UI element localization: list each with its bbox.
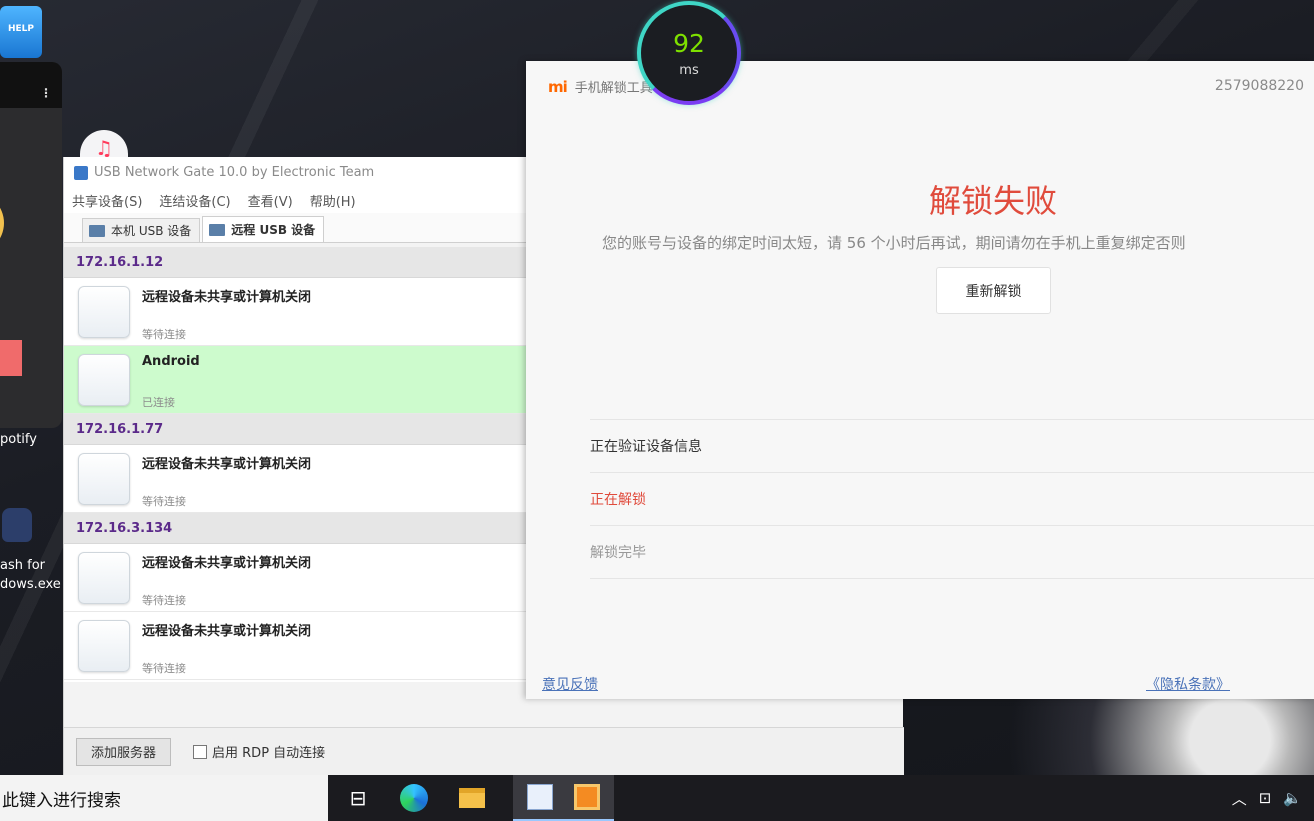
device-status: 等待连接 [142, 328, 186, 341]
tab-remote-label: 远程 USB 设备 [231, 223, 316, 237]
taskbar-search-input[interactable]: 此键入进行搜索 [0, 775, 328, 821]
device-row[interactable]: 远程设备未共享或计算机关闭 等待连接 [64, 612, 527, 680]
system-tray: ︿ ⊡ 🔈 [1232, 775, 1314, 821]
mi-titlebar: mi 手机解锁工具 [548, 77, 653, 97]
step-verify-device: 正在验证设备信息 [590, 420, 1314, 473]
device-status: 等待连接 [142, 495, 186, 508]
step-unlock-complete: 解锁完毕 [590, 526, 1314, 579]
device-name: 远程设备未共享或计算机关闭 [142, 624, 312, 639]
unlock-failed-message: 您的账号与设备的绑定时间太短，请 56 个小时后再试，期间请勿在手机上重复绑定否… [602, 234, 1186, 252]
volume-icon[interactable]: 🔈 [1283, 789, 1302, 807]
mi-unlock-taskbar-icon[interactable] [560, 775, 614, 821]
device-row[interactable]: 远程设备未共享或计算机关闭 等待连接 [64, 445, 527, 513]
menu-share-devices[interactable]: 共享设备(S) [72, 191, 142, 210]
remote-device-list: 172.16.1.12 远程设备未共享或计算机关闭 等待连接 Android 已… [64, 247, 527, 682]
clash-desktop-label[interactable]: ash for dows.exe [0, 556, 61, 594]
device-status: 已连接 [142, 396, 175, 409]
menu-help[interactable]: 帮助(H) [310, 191, 356, 210]
device-name: 远程设备未共享或计算机关闭 [142, 556, 312, 571]
feedback-link[interactable]: 意见反馈 [542, 674, 598, 694]
device-row[interactable]: 远程设备未共享或计算机关闭 等待连接 [64, 278, 527, 346]
clash-app-icon[interactable] [2, 508, 32, 542]
tab-local-label: 本机 USB 设备 [111, 224, 192, 238]
device-name: Android [142, 354, 200, 369]
spotify-artwork [0, 192, 4, 254]
usb-network-gate-taskbar-icon[interactable] [513, 775, 567, 821]
checkbox-box[interactable] [193, 744, 208, 759]
ping-latency-widget: 92 ms [637, 1, 741, 105]
usb-window-title: USB Network Gate 10.0 by Electronic Team [94, 165, 375, 180]
server-group-header[interactable]: 172.16.3.134 [64, 513, 527, 544]
spotify-action-button[interactable] [0, 340, 22, 376]
device-name: 远程设备未共享或计算机关闭 [142, 290, 312, 305]
usb-icon [78, 552, 130, 604]
usb-icon [78, 286, 130, 338]
mi-logo-icon: mi [548, 77, 568, 96]
spotify-desktop-label[interactable]: potify [0, 432, 37, 447]
edge-browser-icon[interactable] [398, 782, 430, 814]
add-server-button[interactable]: 添加服务器 [76, 737, 172, 766]
file-explorer-icon[interactable] [456, 782, 488, 814]
clash-label-line-1: ash for [0, 558, 45, 573]
monitor-icon [209, 223, 226, 236]
unlock-failed-heading: 解锁失败 [928, 182, 1057, 220]
monitor-icon [89, 224, 105, 237]
mi-unlock-window: mi 手机解锁工具 2579088220 解锁失败 您的账号与设备的绑定时间太短… [526, 61, 1314, 699]
unlock-steps: 正在验证设备信息 正在解锁 解锁完毕 [590, 419, 1314, 579]
mi-account-id[interactable]: 2579088220 [1215, 78, 1304, 94]
device-row[interactable]: 远程设备未共享或计算机关闭 等待连接 [64, 544, 527, 612]
chevron-up-icon[interactable]: ︿ [1232, 788, 1247, 809]
usb-footer-bar: 添加服务器 启用 RDP 自动连接 [64, 727, 904, 775]
tab-local-usb-devices[interactable]: 本机 USB 设备 [82, 218, 201, 242]
help-app-icon[interactable]: HELP [0, 6, 42, 58]
usb-icon [78, 453, 130, 505]
clash-label-line-2: dows.exe [0, 577, 61, 592]
retry-unlock-button[interactable]: 重新解锁 [936, 267, 1051, 314]
taskbar: 此键入进行搜索 ⊟ ︿ ⊡ 🔈 [0, 775, 1314, 821]
spotify-card-topbar: ⋮ [0, 62, 62, 108]
usb-gate-app-icon [74, 165, 88, 180]
task-view-icon[interactable]: ⊟ [342, 782, 374, 814]
device-status: 等待连接 [142, 594, 186, 607]
network-icon[interactable]: ⊡ [1259, 789, 1272, 807]
ping-unit: ms [679, 63, 699, 78]
help-icon-text: HELP [7, 24, 34, 34]
mi-app-title: 手机解锁工具 [574, 81, 653, 96]
server-group-header[interactable]: 172.16.1.77 [64, 414, 527, 445]
tab-remote-usb-devices[interactable]: 远程 USB 设备 [202, 216, 325, 242]
privacy-policy-link[interactable]: 《隐私条款》 [1146, 674, 1230, 694]
usb-icon [78, 354, 130, 406]
device-row-connected[interactable]: Android 已连接 [64, 346, 527, 414]
device-name: 远程设备未共享或计算机关闭 [142, 457, 312, 472]
spotify-card: ⋮ [0, 62, 62, 428]
server-group-header[interactable]: 172.16.1.12 [64, 247, 527, 278]
more-options-icon[interactable]: ⋮ [40, 86, 52, 100]
step-unlocking: 正在解锁 [590, 473, 1314, 526]
ping-value: 92 [673, 29, 705, 58]
usb-icon [78, 620, 130, 672]
device-status: 等待连接 [142, 662, 186, 675]
menu-connect-devices[interactable]: 连结设备(C) [159, 191, 230, 210]
menu-view[interactable]: 查看(V) [248, 191, 293, 210]
rdp-checkbox-label: 启用 RDP 自动连接 [212, 746, 326, 761]
rdp-auto-connect-checkbox[interactable]: 启用 RDP 自动连接 [193, 742, 325, 761]
